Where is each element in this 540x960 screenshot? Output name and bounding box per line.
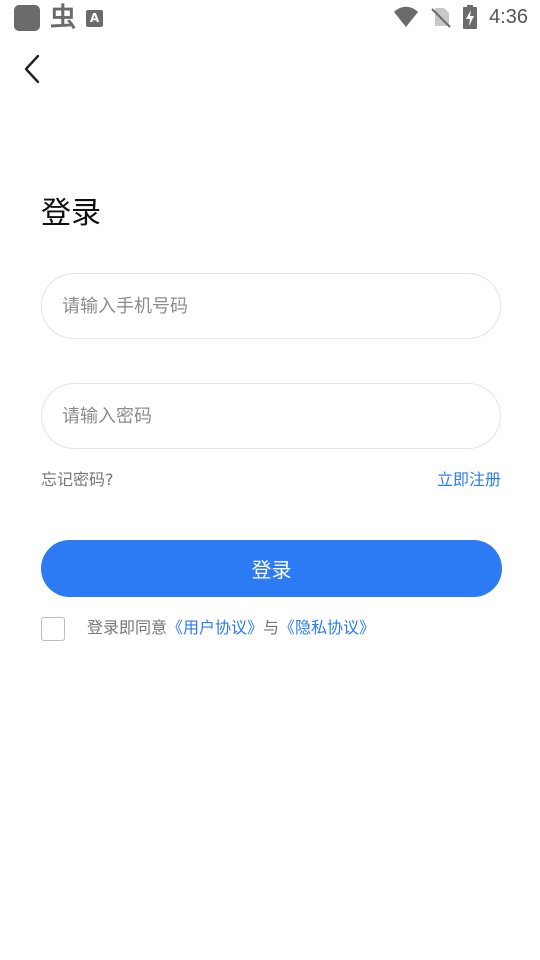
battery-charging-icon: [463, 5, 478, 29]
status-left: 虫 A: [14, 3, 104, 33]
app-icon: [14, 5, 40, 31]
wifi-icon: [394, 6, 419, 27]
back-arrow-icon: [24, 54, 40, 84]
status-bar: 虫 A 4:36: [0, 0, 540, 36]
password-input[interactable]: [42, 384, 500, 448]
forgot-password-link[interactable]: 忘记密码?: [41, 466, 114, 490]
agreement-conjunction: 与: [263, 618, 280, 637]
page-title: 登录: [41, 197, 101, 230]
register-link[interactable]: 立即注册: [437, 466, 501, 490]
bug-icon: 虫: [50, 3, 77, 33]
no-sim-icon: [431, 8, 451, 28]
login-button[interactable]: 登录: [41, 540, 502, 597]
a-box-icon: A: [86, 9, 104, 27]
agreement-prefix: 登录即同意: [87, 618, 168, 637]
status-time: 4:36: [489, 5, 528, 28]
phone-field[interactable]: [41, 273, 501, 339]
phone-input[interactable]: [42, 274, 500, 338]
agreement-text: 登录即同意《用户协议》与《隐私协议》: [87, 617, 375, 639]
status-right: 4:36: [393, 5, 528, 29]
agreement-checkbox[interactable]: [41, 617, 65, 641]
password-field[interactable]: [41, 383, 501, 449]
user-agreement-link[interactable]: 《用户协议》: [167, 618, 263, 637]
privacy-policy-link[interactable]: 《隐私协议》: [279, 618, 375, 637]
back-button[interactable]: [18, 52, 48, 86]
